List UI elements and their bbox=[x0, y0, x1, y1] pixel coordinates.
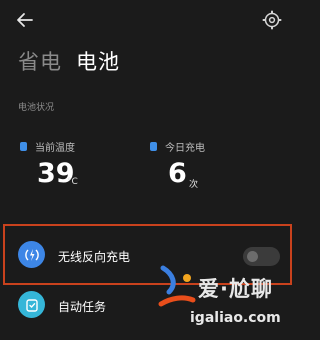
current-temp-unit: °C bbox=[67, 177, 78, 187]
charges-today-label: 今日充电 bbox=[165, 143, 205, 154]
battery-icon bbox=[150, 142, 157, 151]
auto-task-icon[interactable] bbox=[18, 291, 45, 318]
tab-power-saving[interactable]: 省电 bbox=[18, 46, 62, 76]
current-temp-header: 当前温度 bbox=[20, 139, 75, 154]
gear-icon bbox=[262, 10, 282, 30]
wireless-reverse-charging-label: 无线反向充电 bbox=[58, 250, 131, 264]
wireless-reverse-charging-toggle[interactable] bbox=[243, 247, 280, 266]
back-button[interactable] bbox=[14, 9, 36, 31]
watermark-title: 爱·尬聊 bbox=[198, 277, 273, 301]
charges-today-header: 今日充电 bbox=[150, 139, 205, 154]
charges-today-unit: 次 bbox=[189, 180, 199, 190]
watermark-url: igaliao.com bbox=[190, 310, 281, 326]
watermark-logo-icon bbox=[157, 264, 197, 312]
auto-task-label[interactable]: 自动任务 bbox=[58, 298, 106, 315]
arrow-left-icon bbox=[17, 13, 33, 27]
tab-battery[interactable]: 电池 bbox=[76, 46, 120, 76]
charges-today-value: 6 bbox=[168, 158, 187, 189]
current-temp-label: 当前温度 bbox=[35, 143, 75, 154]
settings-button[interactable] bbox=[261, 9, 283, 31]
battery-icon bbox=[20, 142, 27, 151]
wireless-charging-icon bbox=[18, 241, 45, 268]
section-label-battery-status: 电池状况 bbox=[18, 103, 55, 113]
toggle-knob bbox=[247, 251, 258, 262]
